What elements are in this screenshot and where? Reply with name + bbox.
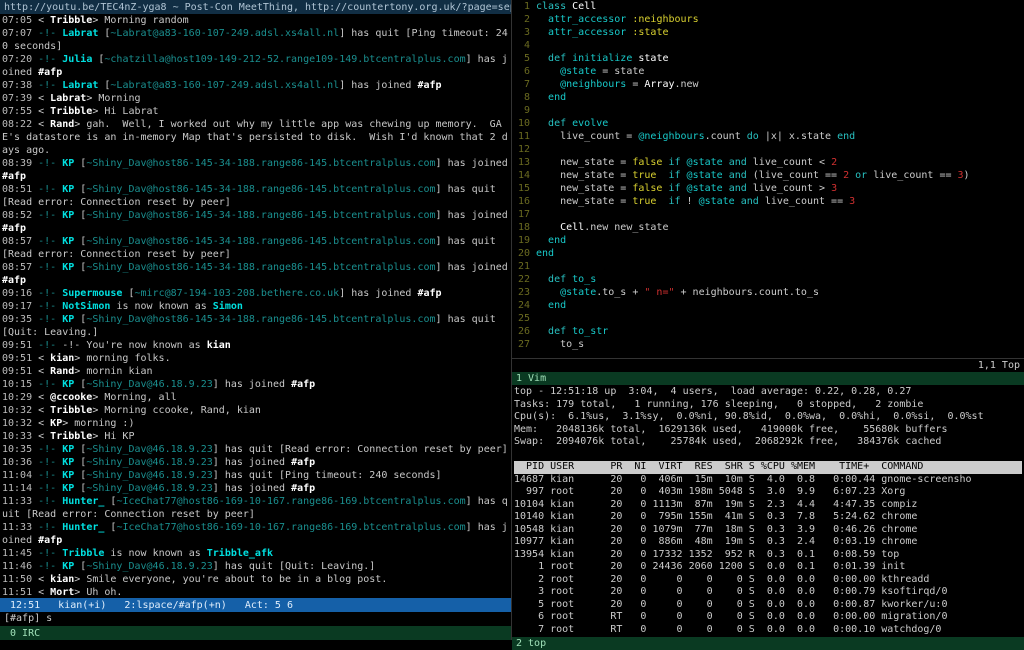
irc-line: 09:16 -!- Supermouse [~mirc@87-194-103-2…	[2, 287, 509, 300]
vim-line: 17	[514, 208, 1022, 221]
irc-line: 09:17 -!- NotSimon is now known as Simon	[2, 300, 509, 313]
irc-line: 11:33 -!- Hunter_ [~IceChat77@host86-169…	[2, 521, 509, 547]
vim-line: 25	[514, 312, 1022, 325]
vim-line: 3 attr_accessor :state	[514, 26, 1022, 39]
top-process-row: 13954 kian 20 0 17332 1352 952 R 0.3 0.1…	[514, 549, 1022, 562]
irc-line: 08:52 -!- KP [~Shiny_Dav@host86-145-34-1…	[2, 209, 509, 235]
irc-line: 09:51 -!- -!- You're now known as kian	[2, 339, 509, 352]
vim-line: 10 def evolve	[514, 117, 1022, 130]
top-process-row: 997 root 20 0 403m 198m 5048 S 3.0 9.9 6…	[514, 486, 1022, 499]
top-process-row: 2 root 20 0 0 0 0 S 0.0 0.0 0:00.00 kthr…	[514, 574, 1022, 587]
top-summary-line: Mem: 2048136k total, 1629136k used, 4190…	[514, 424, 1022, 437]
vim-line: 15 new_state = false if @state and live_…	[514, 182, 1022, 195]
vim-line: 13 new_state = false if @state and live_…	[514, 156, 1022, 169]
irc-line: 10:33 < Tribble> Hi KP	[2, 430, 509, 443]
irc-pane: http://youtu.be/TEC4nZ-yga8 ~ Post-Con M…	[0, 0, 512, 640]
irc-line: 08:39 -!- KP [~Shiny_Dav@host86-145-34-1…	[2, 157, 509, 183]
irc-titlebar: http://youtu.be/TEC4nZ-yga8 ~ Post-Con M…	[0, 0, 511, 14]
irc-line: 11:50 < kian> Smile everyone, you're abo…	[2, 573, 509, 586]
vim-line: 11 live_count = @neighbours.count do |x|…	[514, 130, 1022, 143]
irc-line: 07:39 < Labrat> Morning	[2, 92, 509, 105]
irc-line: 09:35 -!- KP [~Shiny_Dav@host86-145-34-1…	[2, 313, 509, 339]
irc-line: 11:04 -!- KP [~Shiny_Dav@46.18.9.23] has…	[2, 469, 509, 482]
vim-line: 5 def initialize state	[514, 52, 1022, 65]
tmux-window-top[interactable]: 2 top	[512, 637, 1024, 650]
top-process-row: 5 root 20 0 0 0 0 S 0.0 0.0 0:00.87 kwor…	[514, 599, 1022, 612]
vim-line: 21	[514, 260, 1022, 273]
irc-line: 10:36 -!- KP [~Shiny_Dav@46.18.9.23] has…	[2, 456, 509, 469]
irc-line: 09:51 < Rand> mornin kian	[2, 365, 509, 378]
irc-line: 08:51 -!- KP [~Shiny_Dav@host86-145-34-1…	[2, 183, 509, 209]
vim-line: 1class Cell	[514, 0, 1022, 13]
top-summary-line: Tasks: 179 total, 1 running, 176 sleepin…	[514, 399, 1022, 412]
vim-line: 26 def to_str	[514, 325, 1022, 338]
irc-line: 10:15 -!- KP [~Shiny_Dav@46.18.9.23] has…	[2, 378, 509, 391]
top-process-row: 10548 kian 20 0 1079m 77m 18m S 0.3 3.9 …	[514, 524, 1022, 537]
top-process-row: 7 root RT 0 0 0 0 S 0.0 0.0 0:00.10 watc…	[514, 624, 1022, 637]
irc-line: 11:45 -!- Tribble is now known as Tribbl…	[2, 547, 509, 560]
vim-line: 4	[514, 39, 1022, 52]
irc-line: 10:35 -!- KP [~Shiny_Dav@46.18.9.23] has…	[2, 443, 509, 456]
vim-line: 8 end	[514, 91, 1022, 104]
irc-line: 11:14 -!- KP [~Shiny_Dav@46.18.9.23] has…	[2, 482, 509, 495]
irc-line: 07:20 -!- Julia [~chatzilla@host109-149-…	[2, 53, 509, 79]
irc-line: 08:22 < Rand> gah. Well, I worked out wh…	[2, 118, 509, 157]
irc-line: 07:55 < Tribble> Hi Labrat	[2, 105, 509, 118]
top-process-row: 10977 kian 20 0 886m 48m 19m S 0.3 2.4 0…	[514, 536, 1022, 549]
irc-line: 08:57 -!- KP [~Shiny_Dav@host86-145-34-1…	[2, 235, 509, 261]
irc-line: 07:07 -!- Labrat [~Labrat@a83-160-107-24…	[2, 27, 509, 53]
irc-line: 09:51 < kian> morning folks.	[2, 352, 509, 365]
vim-line: 20end	[514, 247, 1022, 260]
top-summary-line: top - 12:51:18 up 3:04, 4 users, load av…	[514, 386, 1022, 399]
top-process-list[interactable]: top - 12:51:18 up 3:04, 4 users, load av…	[512, 385, 1024, 637]
vim-line: 18 Cell.new new_state	[514, 221, 1022, 234]
vim-line: 16 new_state = true if ! @state and live…	[514, 195, 1022, 208]
irc-scrollback[interactable]: 07:05 < Tribble> Morning random07:07 -!-…	[0, 14, 511, 598]
vim-line: 2 attr_accessor :neighbours	[514, 13, 1022, 26]
irc-line: 08:57 -!- KP [~Shiny_Dav@host86-145-34-1…	[2, 261, 509, 287]
top-process-row: 3 root 20 0 0 0 0 S 0.0 0.0 0:00.79 ksof…	[514, 586, 1022, 599]
top-process-row: 10140 kian 20 0 795m 155m 41m S 0.3 7.8 …	[514, 511, 1022, 524]
top-process-row: 14687 kian 20 0 406m 15m 10m S 4.0 0.8 0…	[514, 474, 1022, 487]
irc-line: 11:46 -!- KP [~Shiny_Dav@46.18.9.23] has…	[2, 560, 509, 573]
top-column-header: PID USER PR NI VIRT RES SHR S %CPU %MEM …	[514, 461, 1022, 474]
tmux-window-irc[interactable]: 0 IRC	[0, 626, 511, 640]
vim-line: 9	[514, 104, 1022, 117]
vim-line: 24 end	[514, 299, 1022, 312]
vim-line: 6 @state = state	[514, 65, 1022, 78]
irc-statusbar: 12:51 kian(+i) 2:lspace/#afp(+n) Act: 5 …	[0, 598, 511, 612]
irc-line: 10:32 < KP> morning :)	[2, 417, 509, 430]
irc-line: 10:29 < @ccooke> Morning, all	[2, 391, 509, 404]
top-process-row: 6 root RT 0 0 0 0 S 0.0 0.0 0:00.00 migr…	[514, 611, 1022, 624]
vim-line: 7 @neighbours = Array.new	[514, 78, 1022, 91]
vim-line: 19 end	[514, 234, 1022, 247]
irc-line: 11:51 < Mort> Uh oh.	[2, 586, 509, 598]
vim-line: 12	[514, 143, 1022, 156]
vim-line: 27 to_s	[514, 338, 1022, 351]
irc-line: 10:32 < Tribble> Morning ccooke, Rand, k…	[2, 404, 509, 417]
right-column: 1class Cell2 attr_accessor :neighbours3 …	[512, 0, 1024, 640]
vim-buffer[interactable]: 1class Cell2 attr_accessor :neighbours3 …	[512, 0, 1024, 358]
irc-line: 07:38 -!- Labrat [~Labrat@a83-160-107-24…	[2, 79, 509, 92]
vim-line: 22 def to_s	[514, 273, 1022, 286]
tmux-window-vim[interactable]: 1 Vim	[512, 372, 1024, 385]
top-process-row: 1 root 20 0 24436 2060 1200 S 0.0 0.1 0:…	[514, 561, 1022, 574]
vim-line: 23 @state.to_s + " n=" + neighbours.coun…	[514, 286, 1022, 299]
irc-line: 11:33 -!- Hunter_ [~IceChat77@host86-169…	[2, 495, 509, 521]
vim-statusline: 1,1 Top	[512, 358, 1024, 372]
top-process-row: 10104 kian 20 0 1113m 87m 19m S 2.3 4.4 …	[514, 499, 1022, 512]
irc-input[interactable]: [#afp] s	[0, 612, 511, 626]
irc-line: 07:05 < Tribble> Morning random	[2, 14, 509, 27]
top-summary-line: Cpu(s): 6.1%us, 3.1%sy, 0.0%ni, 90.8%id,…	[514, 411, 1022, 424]
vim-line: 14 new_state = true if @state and (live_…	[514, 169, 1022, 182]
top-summary-line: Swap: 2094076k total, 25784k used, 20682…	[514, 436, 1022, 449]
